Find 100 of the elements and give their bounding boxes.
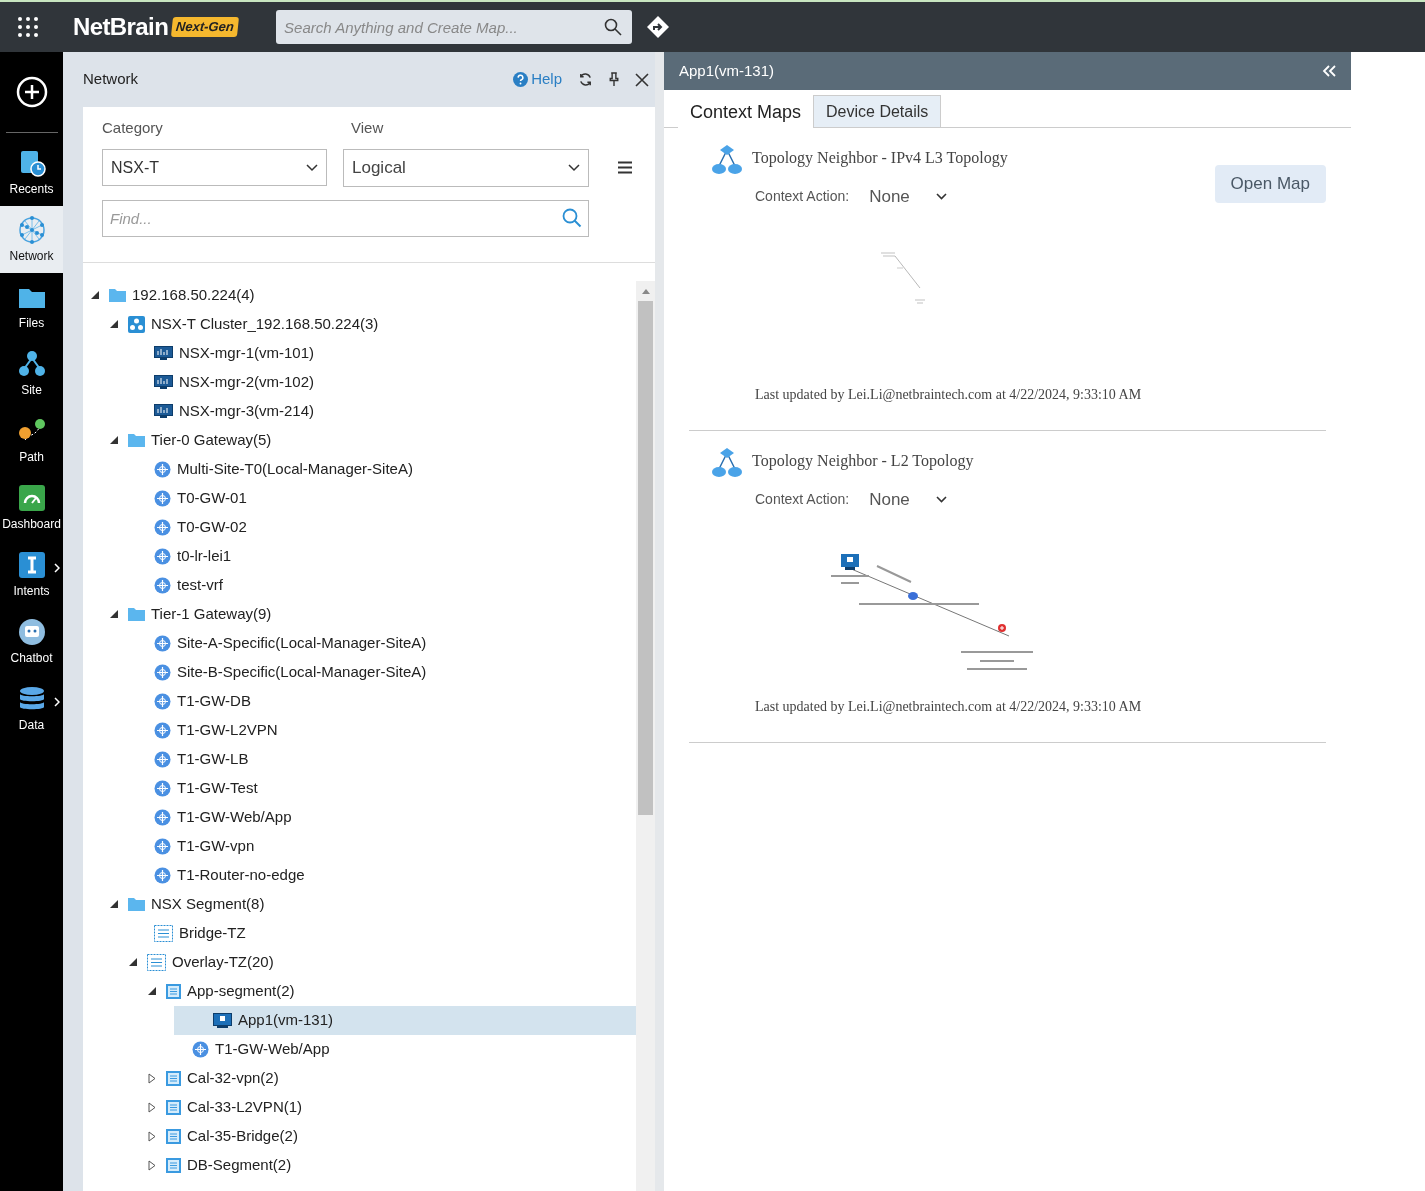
router-icon: [154, 866, 171, 884]
tree-item[interactable]: DB-Segment(2): [148, 1150, 636, 1180]
tree-item[interactable]: NSX-mgr-1(vm-101): [136, 338, 636, 368]
view-dropdown[interactable]: Logical: [343, 148, 589, 187]
collapse-toggle-icon[interactable]: [148, 987, 156, 995]
topology-icon: [711, 446, 743, 479]
router-icon: [154, 721, 171, 739]
router-icon: [154, 489, 171, 507]
virtual-machine-icon: [213, 1012, 232, 1028]
segment-icon: [166, 1157, 181, 1173]
router-icon: [154, 837, 171, 855]
map-title: Topology Neighbor - IPv4 L3 Topology: [752, 148, 1008, 169]
last-updated-text: Last updated by Lei.Li@netbraintech.com at 4/22/2024, 9:33:10 AM: [754, 385, 1143, 404]
field-label: Category: [102, 118, 164, 138]
collapse-toggle-icon[interactable]: [110, 320, 118, 328]
folder-icon: [128, 607, 145, 621]
refresh-icon[interactable]: [578, 72, 593, 87]
open-map-button[interactable]: Open Map: [1214, 164, 1326, 203]
context-action-dropdown[interactable]: None: [869, 184, 947, 210]
monitor-icon: [154, 375, 173, 389]
tree-item[interactable]: NSX-mgr-2(vm-102): [136, 367, 636, 397]
router-icon: [154, 692, 171, 710]
tree-item[interactable]: Cal-35-Bridge(2): [148, 1121, 636, 1151]
search-icon[interactable]: [604, 18, 623, 36]
tree-item[interactable]: test-vrf: [136, 570, 636, 600]
tree-item[interactable]: Cal-33-L2VPN(1): [148, 1092, 636, 1122]
find-field[interactable]: Find...: [102, 199, 589, 237]
monitor-icon: [154, 346, 173, 360]
collapse-toggle-icon[interactable]: [110, 436, 118, 444]
segment-icon: [166, 1070, 181, 1086]
last-updated-text: Last updated by Lei.Li@netbraintech.com at 4/22/2024, 9:33:10 AM: [754, 698, 1143, 716]
tree-item[interactable]: T1-GW-L2VPN: [136, 715, 636, 745]
tree-item[interactable]: T1-GW-LB: [136, 744, 636, 774]
tab[interactable]: Device Details: [813, 95, 942, 127]
tree-item[interactable]: Site-B-Specific(Local-Manager-SiteA): [136, 657, 636, 687]
cluster-icon: [128, 315, 145, 333]
add-icon[interactable]: [15, 76, 48, 108]
tree-item[interactable]: Overlay-TZ(20): [129, 947, 636, 977]
tree-item[interactable]: T1-GW-Web/App: [136, 802, 636, 832]
search-field[interactable]: Search Anything and Create Map...: [276, 10, 633, 44]
tree-item[interactable]: Multi-Site-T0(Local-Manager-SiteA): [136, 454, 636, 484]
router-icon: [154, 518, 171, 536]
chevron-down-icon: [568, 163, 580, 172]
tree-item[interactable]: App1(vm-131): [174, 1005, 636, 1035]
router-icon: [154, 460, 171, 478]
context-action-dropdown[interactable]: None: [869, 486, 947, 512]
scroll-up-icon[interactable]: [642, 288, 650, 294]
tree-item[interactable]: App-segment(2): [148, 976, 636, 1006]
expand-toggle-icon[interactable]: [148, 1159, 156, 1171]
chevron-down-icon: [306, 163, 318, 172]
collapse-toggle-icon[interactable]: [129, 958, 137, 966]
nav-item[interactable]: Data: [0, 675, 63, 742]
tree-item[interactable]: 192.168.50.224(4): [91, 280, 636, 310]
expand-toggle-icon[interactable]: [148, 1101, 156, 1113]
gauge-icon: [16, 482, 47, 513]
nav-item[interactable]: Network: [0, 206, 63, 273]
scrollbar-thumb[interactable]: [638, 300, 653, 815]
app-grid-icon[interactable]: [17, 16, 39, 38]
collapse-icon[interactable]: [1322, 65, 1336, 77]
tree-item[interactable]: Cal-32-vpn(2): [148, 1063, 636, 1093]
nav-item[interactable]: Site: [0, 340, 63, 407]
tree-item[interactable]: T1-GW-Test: [136, 773, 636, 803]
folder-icon: [128, 433, 145, 447]
site-hierarchy-icon: [16, 348, 47, 379]
tree-item[interactable]: T1-GW-DB: [136, 686, 636, 716]
category-dropdown[interactable]: NSX-T: [102, 149, 327, 186]
field-label: Context Action:: [755, 187, 850, 207]
tree-item[interactable]: NSX-mgr-3(vm-214): [136, 396, 636, 426]
pin-icon[interactable]: [609, 72, 619, 87]
help-icon: [513, 72, 529, 87]
nav-item[interactable]: Chatbot: [0, 608, 63, 675]
tree-item[interactable]: Site-A-Specific(Local-Manager-SiteA): [136, 628, 636, 658]
collapse-toggle-icon[interactable]: [110, 610, 118, 618]
direction-sign-icon[interactable]: [646, 15, 671, 39]
nav-item[interactable]: Dashboard: [0, 474, 63, 541]
close-icon[interactable]: [635, 72, 649, 87]
expand-toggle-icon[interactable]: [148, 1130, 156, 1142]
tree-item[interactable]: T0-GW-02: [136, 512, 636, 542]
network-globe-icon: [16, 214, 47, 245]
tree-item[interactable]: T1-GW-Web/App: [174, 1034, 636, 1064]
tree-item[interactable]: T1-GW-vpn: [136, 831, 636, 861]
nav-item[interactable]: Intents: [0, 541, 63, 608]
tree-item[interactable]: NSX Segment(8): [110, 889, 636, 919]
tree-item[interactable]: NSX-T Cluster_192.168.50.224(3): [110, 309, 636, 339]
tree-item[interactable]: Tier-0 Gateway(5): [110, 425, 636, 455]
tree-item[interactable]: T1-Router-no-edge: [136, 860, 636, 890]
tree-item[interactable]: T0-GW-01: [136, 483, 636, 513]
logo-text: NetBrain: [73, 12, 169, 42]
nav-item[interactable]: Recents: [0, 139, 63, 206]
collapse-toggle-icon[interactable]: [91, 291, 99, 299]
nav-item[interactable]: Path: [0, 407, 63, 474]
zone-icon: [147, 953, 166, 971]
menu-icon[interactable]: [618, 161, 632, 174]
tree-item[interactable]: Bridge-TZ: [136, 918, 636, 948]
tree-item[interactable]: Tier-1 Gateway(9): [110, 599, 636, 629]
router-icon: [154, 750, 171, 768]
collapse-toggle-icon[interactable]: [110, 900, 118, 908]
nav-item[interactable]: Files: [0, 273, 63, 340]
tree-item[interactable]: t0-lr-lei1: [136, 541, 636, 571]
expand-toggle-icon[interactable]: [148, 1072, 156, 1084]
